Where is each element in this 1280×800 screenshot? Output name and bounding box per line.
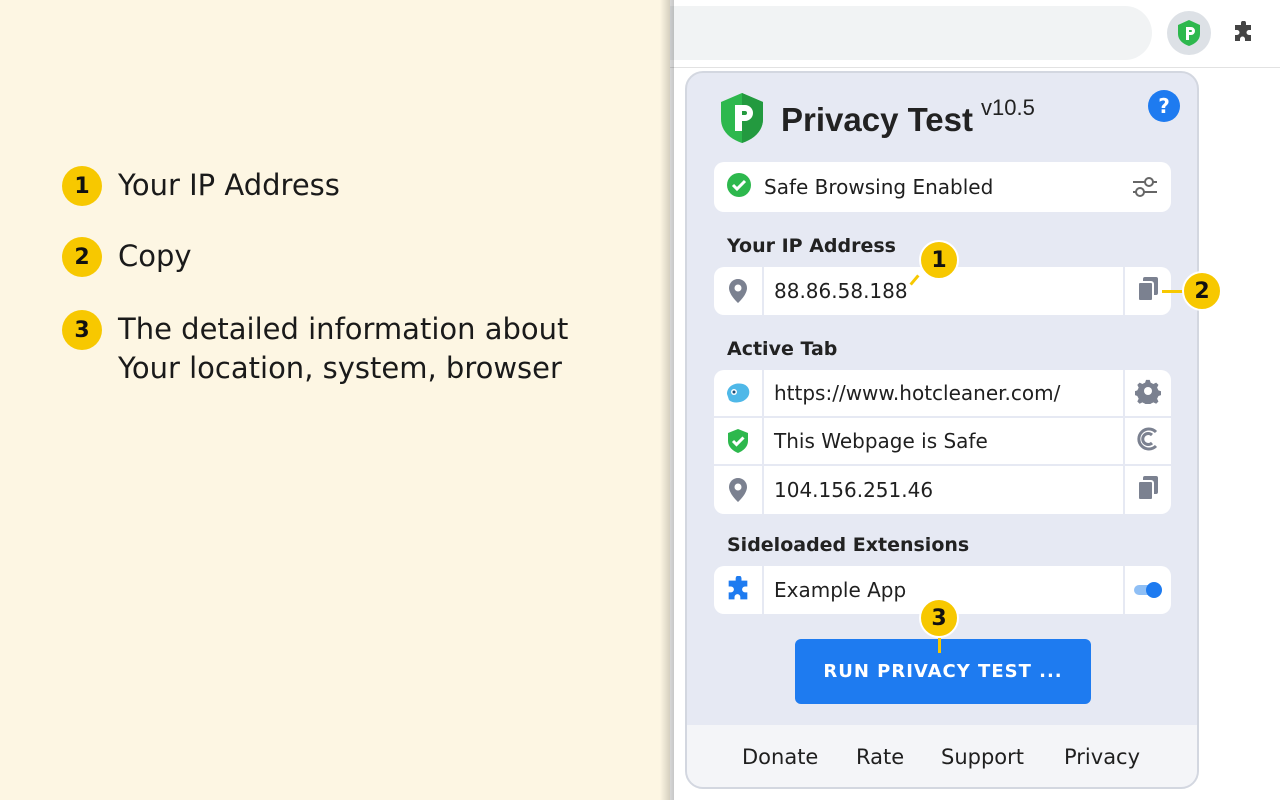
address-bar[interactable]: [670, 6, 1152, 60]
help-button[interactable]: ?: [1148, 90, 1180, 122]
number-badge: 1: [62, 166, 102, 206]
callout-connector: [1162, 290, 1184, 293]
site-ip-address: 104.156.251.46: [764, 478, 1123, 502]
legend-text: Copy: [118, 237, 192, 276]
check-circle-icon: [726, 172, 752, 202]
active-tab-url: https://www.hotcleaner.com/: [764, 381, 1123, 405]
url-row: https://www.hotcleaner.com/: [714, 370, 1171, 418]
copy-icon: [1136, 276, 1160, 306]
privacy-shield-logo-icon: [717, 91, 767, 149]
copy-site-ip-button[interactable]: [1123, 466, 1171, 514]
shield-check-icon: [714, 418, 764, 464]
puzzle-icon: [714, 566, 764, 614]
legend-line: Copy: [118, 237, 192, 276]
popup-header: Privacy Test v10.5: [717, 91, 1035, 149]
donate-link[interactable]: Donate: [742, 745, 818, 769]
panel-divider: [660, 0, 674, 800]
safe-browsing-card: Safe Browsing Enabled: [714, 162, 1171, 212]
callout-connector: [938, 638, 941, 653]
ip-section-label: Your IP Address: [727, 235, 896, 257]
support-link[interactable]: Support: [941, 745, 1024, 769]
url-settings-button[interactable]: [1123, 370, 1171, 416]
run-privacy-test-button[interactable]: RUN PRIVACY TEST ...: [795, 639, 1091, 704]
legend-line: Your location, system, browser: [118, 349, 568, 388]
legend-line: The detailed information about: [118, 310, 568, 349]
sideloaded-label: Sideloaded Extensions: [727, 534, 969, 556]
active-tab-card: https://www.hotcleaner.com/ This Webpage…: [714, 370, 1171, 514]
number-badge: 2: [62, 237, 102, 277]
location-pin-icon: [714, 466, 764, 514]
popup-title: Privacy Test: [781, 101, 973, 139]
toggle-switch[interactable]: [1123, 566, 1171, 614]
site-ip-row: 104.156.251.46: [714, 466, 1171, 514]
sliders-icon[interactable]: [1131, 174, 1159, 204]
callout-badge-1: 1: [919, 240, 959, 280]
safe-browsing-row: Safe Browsing Enabled: [714, 162, 1171, 212]
callout-badge-3: 3: [919, 598, 959, 638]
ccleaner-icon: [1135, 426, 1161, 456]
popup-footer: Donate Rate Support Privacy: [687, 725, 1199, 789]
version-label: v10.5: [981, 95, 1035, 121]
ip-address: 88.86.58.188: [764, 279, 1123, 303]
callout-badge-2: 2: [1182, 271, 1222, 311]
extension-popup: Privacy Test v10.5 ? Safe Browsing Enabl…: [685, 71, 1199, 789]
legend-item-copy: 2 Copy: [62, 237, 192, 277]
legend-item-ip: 1 Your IP Address: [62, 166, 340, 206]
privacy-test-extension-icon[interactable]: [1167, 11, 1211, 55]
puzzle-icon[interactable]: [1221, 11, 1265, 55]
browser-toolbar: [670, 0, 1280, 68]
rate-link[interactable]: Rate: [856, 745, 904, 769]
legend-panel: 1 Your IP Address 2 Copy 3 The detailed …: [0, 0, 670, 800]
safe-browsing-status: Safe Browsing Enabled: [764, 175, 993, 199]
site-favicon-icon: [714, 370, 764, 416]
privacy-link[interactable]: Privacy: [1064, 745, 1140, 769]
legend-line: Your IP Address: [118, 166, 340, 205]
legend-text: Your IP Address: [118, 166, 340, 205]
legend-text: The detailed information about Your loca…: [118, 310, 568, 388]
ccleaner-button[interactable]: [1123, 418, 1171, 464]
active-tab-label: Active Tab: [727, 338, 837, 360]
location-pin-icon: [714, 267, 764, 315]
copy-icon: [1136, 475, 1160, 505]
webpage-safety-status: This Webpage is Safe: [764, 429, 1123, 453]
gear-icon: [1135, 378, 1161, 408]
number-badge: 3: [62, 310, 102, 350]
legend-item-details: 3 The detailed information about Your lo…: [62, 310, 568, 388]
safety-row: This Webpage is Safe: [714, 418, 1171, 466]
